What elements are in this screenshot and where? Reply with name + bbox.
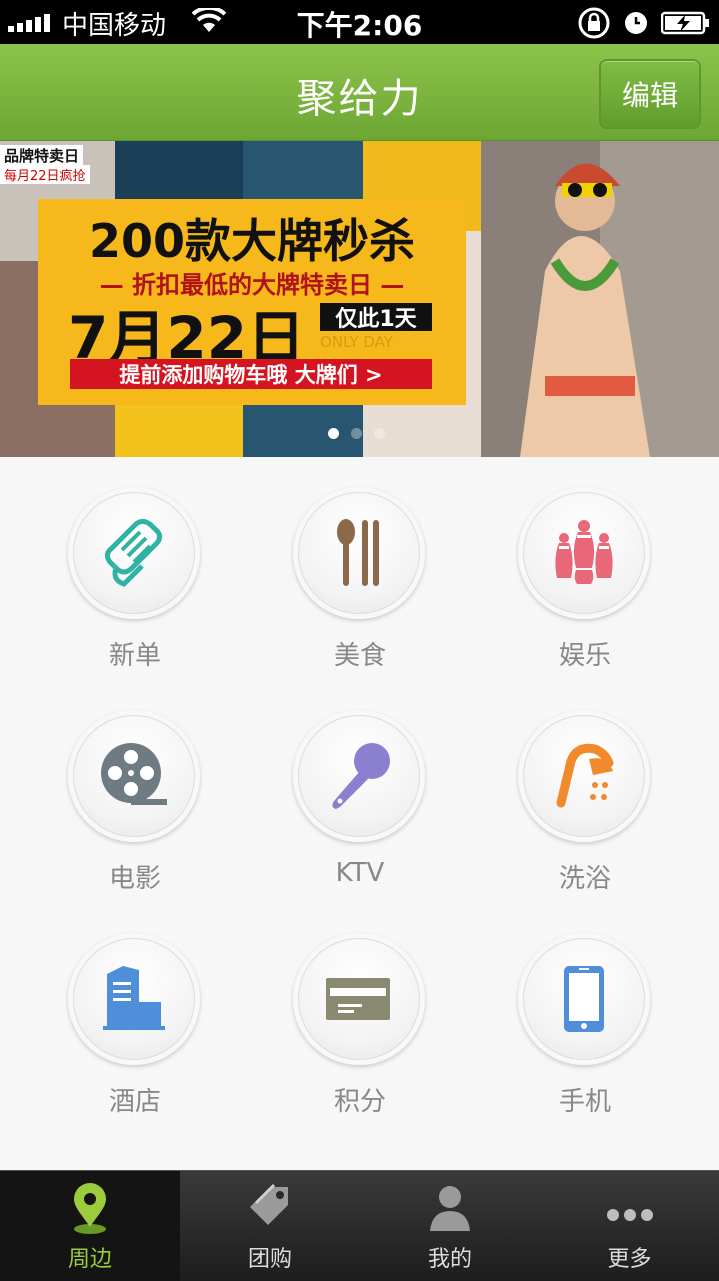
category-movie[interactable]: 电影 [45,680,225,894]
tab-mine[interactable]: 我的 [360,1171,540,1281]
tab-nearby[interactable]: 周边 [0,1171,180,1281]
price-tag-icon [250,1183,288,1225]
category-label: 手机 [558,1087,611,1117]
tab-label: 团购 [247,1247,292,1272]
category-label: 洗浴 [558,864,611,894]
category-phone[interactable]: 手机 [495,903,675,1117]
edit-button[interactable]: 编辑 [599,59,701,129]
film-reel-icon [101,743,167,805]
category-entertainment[interactable]: 娱乐 [495,457,675,671]
banner-page-indicator [328,428,385,439]
page-dot[interactable] [351,428,362,439]
rotation-lock-icon [578,7,610,39]
hotel-building-icon [103,966,165,1030]
brand-day-sublabel: 每月22日疯抢 [0,165,90,184]
coupon-scroll-icon [104,518,163,587]
ad-headline: 200款大牌秒杀 [88,214,416,268]
category-hotel[interactable]: 酒店 [45,903,225,1117]
tab-label: 更多 [607,1247,652,1272]
category-food[interactable]: 美食 [270,457,450,671]
status-bar: 中国移动 下午2:06 [0,0,719,44]
category-grid: 新单 美食 娱乐 电影 KTV 洗浴 酒店 积分 手机 [0,457,719,1170]
tab-more[interactable]: 更多 [540,1171,719,1281]
mobile-phone-icon [564,966,604,1032]
microphone-icon [332,743,390,809]
spoon-chopsticks-icon [337,519,379,586]
alarm-icon [625,12,647,34]
tab-label: 周边 [67,1247,112,1272]
points-card-icon [326,978,390,1020]
ad-only-day-en: ONLY DAY [320,333,393,351]
more-dots-icon [606,1209,653,1221]
category-label: 电影 [108,864,161,894]
tab-groupbuy[interactable]: 团购 [180,1171,360,1281]
ad-only-today: 仅此1天 [320,303,432,332]
category-ktv[interactable]: KTV [270,680,450,888]
category-label: 美食 [333,641,386,671]
ad-cta: 提前添加购物车哦 大牌们 > [70,359,432,389]
category-new[interactable]: 新单 [45,457,225,671]
tab-label: 我的 [427,1247,472,1272]
page-dot[interactable] [328,428,339,439]
page-dot[interactable] [374,428,385,439]
category-label: 娱乐 [558,641,611,671]
category-label: KTV [335,858,385,888]
bottom-tab-bar: 周边 团购 我的 更多 [0,1170,719,1281]
category-label: 酒店 [108,1087,161,1117]
brand-day-label: 品牌特卖日 [0,145,84,166]
title-bar: 聚给力 编辑 [0,44,719,142]
ad-panel: 200款大牌秒杀 — 折扣最低的大牌特卖日 — 7月22日 仅此1天 ONLY … [38,199,466,405]
category-label: 新单 [108,641,161,671]
bowling-pins-icon [555,520,613,584]
category-label: 积分 [333,1087,386,1117]
user-icon [430,1186,470,1231]
category-bath[interactable]: 洗浴 [495,680,675,894]
category-points[interactable]: 积分 [270,903,450,1117]
shower-icon [556,743,614,808]
promo-banner[interactable]: 品牌特卖日 每月22日疯抢 200款大牌秒杀 — 折扣最低的大牌特卖日 — 7月… [0,141,719,457]
battery-charging-icon [661,11,709,35]
location-pin-icon [74,1183,106,1234]
